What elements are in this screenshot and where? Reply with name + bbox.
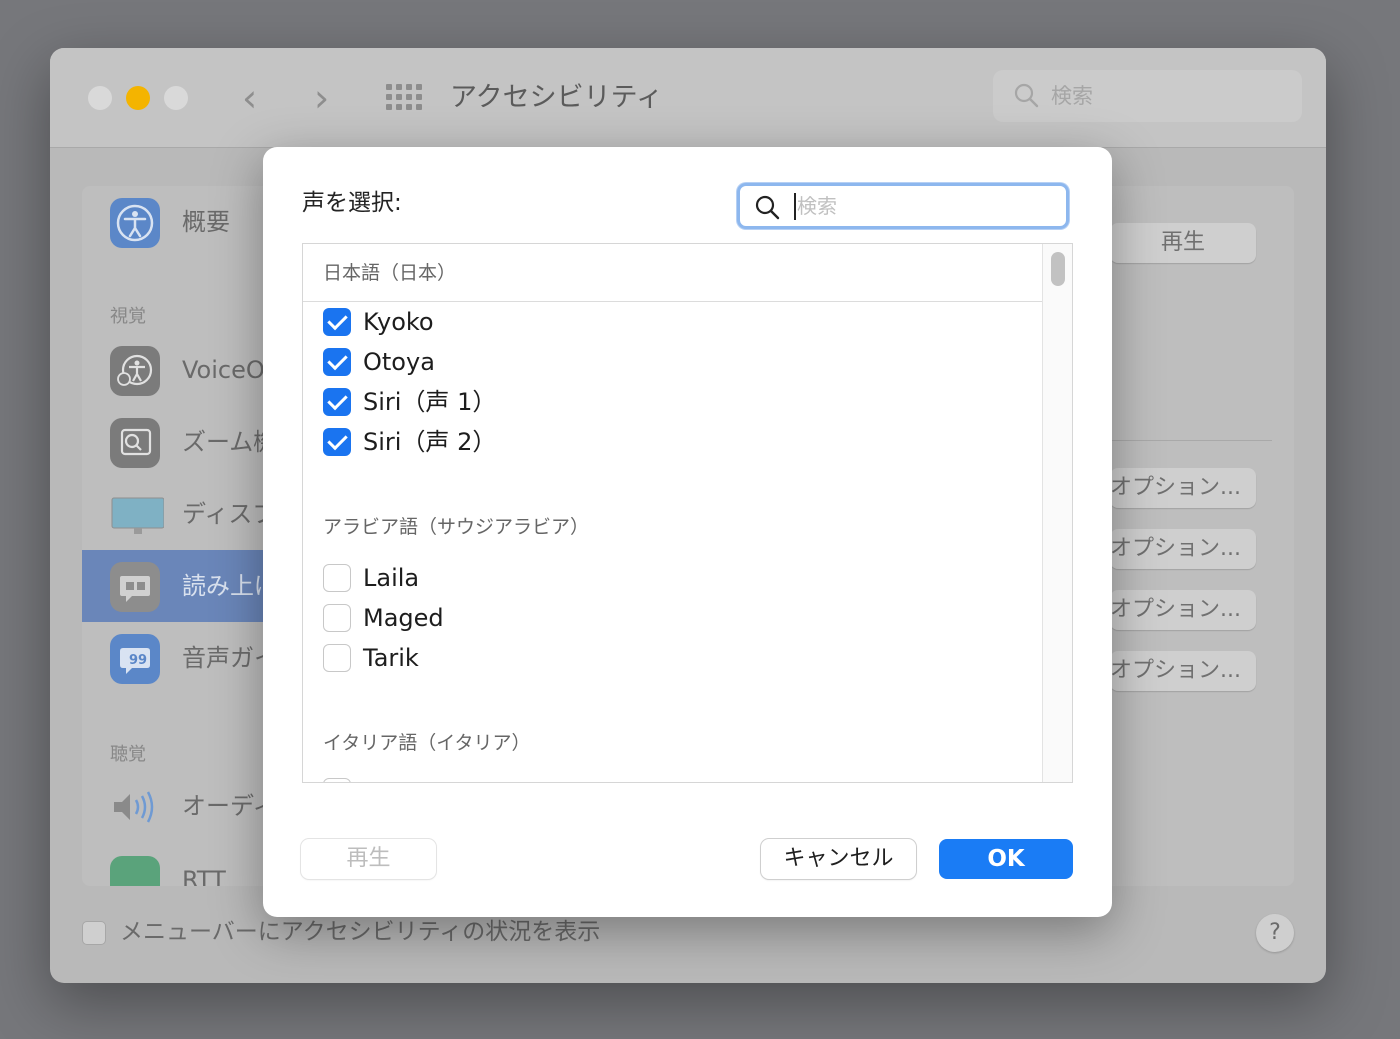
menu-status-label: メニューバーにアクセシビリティの状況を表示 [120, 919, 601, 945]
show-all-grid-icon[interactable] [386, 84, 422, 112]
voice-search-input[interactable] [797, 189, 1047, 223]
voice-guide-icon: 99 [110, 634, 160, 684]
scrollbar[interactable] [1042, 244, 1072, 782]
voice-name: Siri（声 2） [363, 428, 497, 456]
voice-checkbox-maged[interactable] [323, 604, 351, 632]
back-chevron-icon[interactable]: ‹ [242, 76, 257, 120]
zoom-window-button[interactable] [164, 86, 188, 110]
minimize-window-button[interactable] [126, 86, 150, 110]
search-icon [1014, 83, 1039, 108]
window-search-placeholder: 検索 [1051, 84, 1093, 108]
voice-search-field[interactable] [737, 183, 1069, 229]
section-vision: 視覚 [110, 306, 146, 327]
zoom-icon [110, 418, 160, 468]
section-hearing: 聴覚 [110, 744, 146, 765]
voiceover-icon [110, 346, 160, 396]
forward-chevron-icon[interactable]: › [314, 76, 329, 120]
voice-name: Laila [363, 564, 420, 592]
group-label-italian: イタリア語（イタリア） [323, 732, 531, 754]
voice-checkbox-laila[interactable] [323, 564, 351, 592]
voice-checkbox-tarik[interactable] [323, 644, 351, 672]
voice-checkbox-partial[interactable] [323, 778, 351, 782]
help-button[interactable]: ? [1256, 914, 1294, 952]
voice-checkbox-kyoko[interactable] [323, 308, 351, 336]
rtt-phone-icon [110, 856, 160, 886]
group-label-japanese: 日本語（日本） [323, 262, 457, 284]
voice-name: Kyoko [363, 308, 434, 336]
menu-status-checkbox[interactable] [82, 921, 106, 945]
divider [1110, 440, 1272, 441]
window-search-field[interactable]: 検索 [993, 70, 1302, 122]
speech-icon [110, 562, 160, 612]
title-bar: ‹ › アクセシビリティ 検索 [50, 48, 1326, 148]
window-title: アクセシビリティ [450, 82, 664, 113]
sidebar-item-label: RTT [182, 866, 226, 886]
voice-list[interactable]: 日本語（日本） Kyoko Otoya Siri（声 1） Siri（声 2） … [302, 243, 1073, 783]
group-label-arabic: アラビア語（サウジアラビア） [323, 516, 590, 538]
options-button-2[interactable]: オプション... [1110, 529, 1256, 569]
cancel-button[interactable]: キャンセル [761, 839, 916, 879]
display-icon [110, 490, 165, 540]
voice-name: Otoya [363, 348, 435, 376]
list-sticky-header: 日本語（日本） [303, 244, 1043, 302]
voice-name: Tarik [363, 644, 419, 672]
text-caret [794, 193, 796, 220]
options-button-4[interactable]: オプション... [1110, 651, 1256, 691]
scrollbar-thumb[interactable] [1051, 252, 1065, 286]
voice-checkbox-siri-2[interactable] [323, 428, 351, 456]
accessibility-icon [110, 198, 160, 248]
voice-name: Siri（声 1） [363, 388, 497, 416]
options-button-1[interactable]: オプション... [1110, 468, 1256, 508]
play-button[interactable]: 再生 [301, 839, 436, 879]
sidebar-item-label: VoiceO [182, 356, 265, 384]
ok-button[interactable]: OK [939, 839, 1073, 879]
voice-select-dialog: 声を選択: 日本語（日本） Kyoko Otoya Siri（声 1） Siri… [263, 147, 1112, 917]
voice-checkbox-otoya[interactable] [323, 348, 351, 376]
voice-checkbox-siri-1[interactable] [323, 388, 351, 416]
close-window-button[interactable] [88, 86, 112, 110]
audio-icon [110, 782, 160, 832]
background-play-button[interactable]: 再生 [1110, 223, 1256, 263]
dialog-title: 声を選択: [302, 190, 402, 216]
options-button-3[interactable]: オプション... [1110, 590, 1256, 630]
sidebar-item-label: 概要 [182, 208, 230, 236]
voice-name: Maged [363, 604, 444, 632]
search-icon [755, 195, 780, 220]
svg-text:99: 99 [129, 653, 147, 668]
